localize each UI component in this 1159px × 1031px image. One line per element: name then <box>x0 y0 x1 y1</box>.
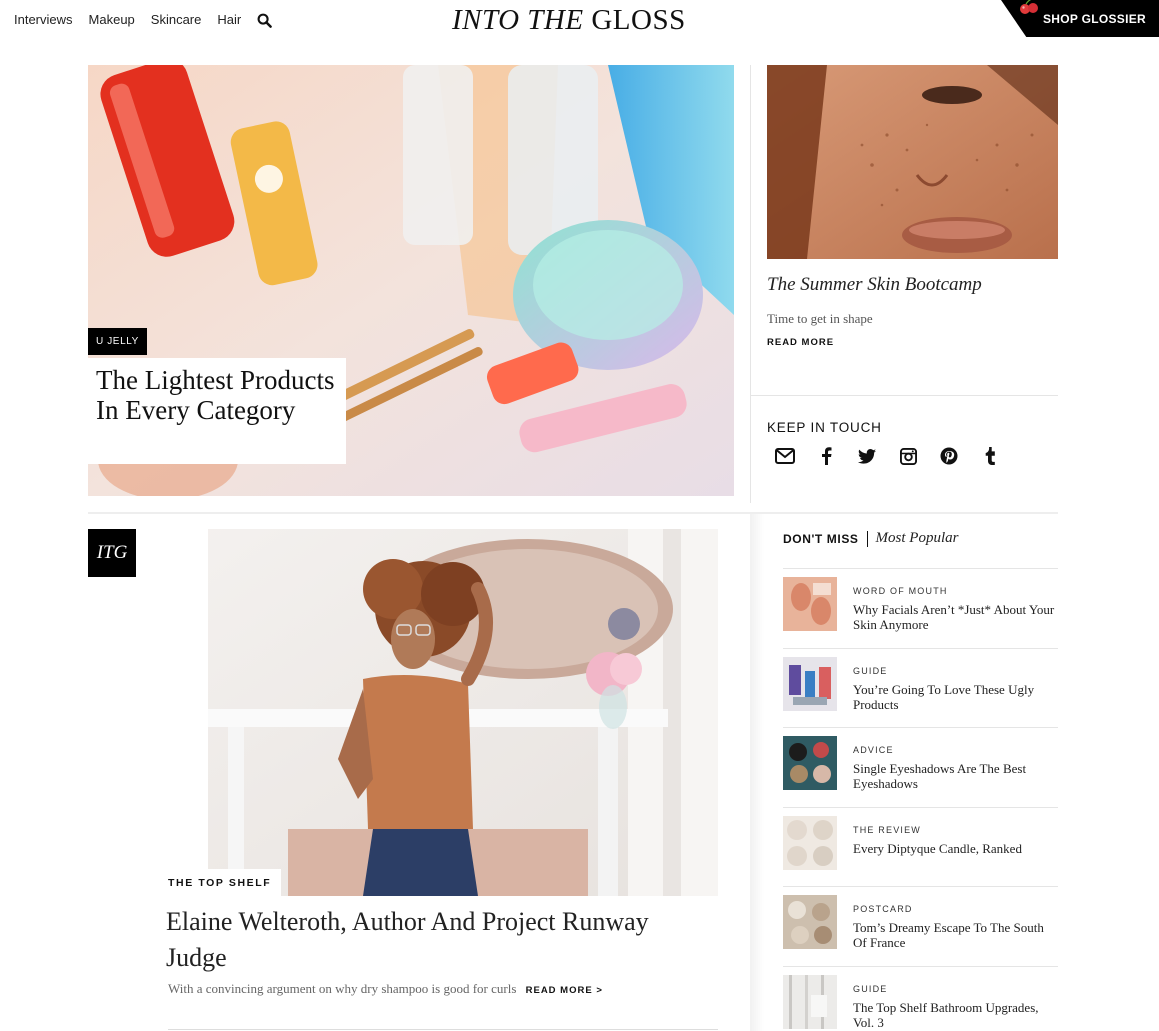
hero-title-box[interactable]: The Lightest Products In Every Category <box>88 358 346 464</box>
shop-glossier-label: SHOP GLOSSIER <box>1042 11 1146 26</box>
logo-italic: INTO THE <box>452 4 584 36</box>
side-story-read-more[interactable]: READ MORE <box>767 337 834 348</box>
list-item-title[interactable]: You’re Going To Love These Ugly Products <box>853 682 1058 712</box>
dont-miss-list: WORD OF MOUTH Why Facials Aren’t *Just* … <box>783 568 1058 1031</box>
hero-title[interactable]: The Lightest Products In Every Category <box>96 365 338 425</box>
feature-kicker[interactable]: THE TOP SHELF <box>168 869 282 896</box>
facebook-icon[interactable] <box>816 445 836 467</box>
list-item[interactable]: THE REVIEW Every Diptyque Candle, Ranked <box>783 806 1058 887</box>
dont-miss-header: DON'T MISS Most Popular <box>783 530 958 547</box>
list-item-title[interactable]: The Top Shelf Bathroom Upgrades, Vol. 3 <box>853 1000 1058 1030</box>
hero-tag[interactable]: U JELLY <box>88 328 147 355</box>
list-item-category: POSTCARD <box>853 904 913 915</box>
envelope-icon[interactable] <box>775 445 795 467</box>
list-item-thumbnail[interactable] <box>783 815 837 870</box>
feature-title[interactable]: Elaine Welteroth, Author And Project Run… <box>166 904 706 976</box>
logo-roman: GLOSS <box>591 4 686 36</box>
list-item[interactable]: ADVICE Single Eyeshadows Are The Best Ey… <box>783 727 1058 807</box>
tab-dont-miss[interactable]: DON'T MISS <box>783 532 859 546</box>
sidebar-edge <box>750 514 764 1031</box>
divider <box>168 1029 718 1030</box>
list-item-category: GUIDE <box>853 983 888 994</box>
divider <box>751 395 1058 396</box>
twitter-icon[interactable] <box>857 445 877 467</box>
list-item[interactable]: GUIDE The Top Shelf Bathroom Upgrades, V… <box>783 965 1058 1031</box>
section-divider <box>88 512 1058 514</box>
keep-in-touch-heading: KEEP IN TOUCH <box>767 420 882 435</box>
list-item-title[interactable]: Tom’s Dreamy Escape To The South Of Fran… <box>853 920 1058 950</box>
feature-dek: With a convincing argument on why dry sh… <box>168 981 517 996</box>
list-item-title[interactable]: Single Eyeshadows Are The Best Eyeshadow… <box>853 761 1058 791</box>
list-item-title[interactable]: Every Diptyque Candle, Ranked <box>853 841 1058 856</box>
column-divider <box>750 65 751 503</box>
tab-most-popular[interactable]: Most Popular <box>876 530 959 547</box>
list-item-thumbnail[interactable] <box>783 656 837 711</box>
site-logo[interactable]: INTO THE GLOSS <box>452 4 686 37</box>
itg-badge: ITG <box>88 529 136 577</box>
search-icon[interactable] <box>257 13 273 29</box>
side-story-image[interactable] <box>767 65 1058 259</box>
nav-makeup[interactable]: Makeup <box>89 12 135 28</box>
list-item-thumbnail[interactable] <box>783 974 837 1029</box>
tumblr-icon[interactable] <box>980 445 1000 467</box>
feature-read-more[interactable]: READ MORE > <box>526 985 603 996</box>
pinterest-icon[interactable] <box>939 445 959 467</box>
list-item-thumbnail[interactable] <box>783 736 837 791</box>
nav-skincare[interactable]: Skincare <box>151 12 202 28</box>
feature-image[interactable] <box>168 529 718 896</box>
site-header: Interviews Makeup Skincare Hair INTO THE… <box>0 0 1159 40</box>
cherry-icon <box>1020 0 1038 14</box>
feature-dek-row: With a convincing argument on why dry sh… <box>168 981 603 997</box>
list-item[interactable]: WORD OF MOUTH Why Facials Aren’t *Just* … <box>783 568 1058 648</box>
list-item[interactable]: GUIDE You’re Going To Love These Ugly Pr… <box>783 647 1058 728</box>
main-nav: Interviews Makeup Skincare Hair <box>14 12 273 28</box>
list-item-category: THE REVIEW <box>853 824 922 835</box>
list-item-thumbnail[interactable] <box>783 577 837 631</box>
instagram-icon[interactable] <box>898 445 918 467</box>
side-story-dek: Time to get in shape <box>767 311 873 326</box>
list-item-thumbnail[interactable] <box>783 895 837 950</box>
nav-interviews[interactable]: Interviews <box>14 12 73 28</box>
nav-hair[interactable]: Hair <box>217 12 241 28</box>
list-item-category: WORD OF MOUTH <box>853 586 948 596</box>
list-item[interactable]: POSTCARD Tom’s Dreamy Escape To The Sout… <box>783 886 1058 966</box>
list-item-category: ADVICE <box>853 745 894 756</box>
list-item-category: GUIDE <box>853 665 888 676</box>
side-story-title[interactable]: The Summer Skin Bootcamp <box>767 274 982 296</box>
social-links <box>775 445 1000 467</box>
list-item-title[interactable]: Why Facials Aren’t *Just* About Your Ski… <box>853 602 1058 632</box>
tab-separator <box>866 530 868 547</box>
